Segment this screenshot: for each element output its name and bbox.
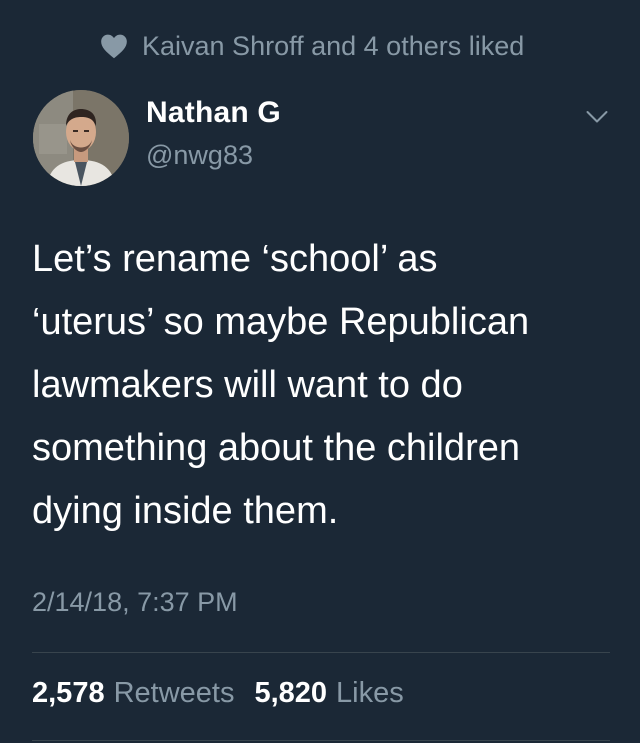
tweet-text: Let’s rename ‘school’ as ‘uterus’ so may… — [32, 228, 612, 543]
likes-stat[interactable]: 5,820 Likes — [254, 677, 403, 710]
retweets-stat[interactable]: 2,578 Retweets — [32, 677, 234, 710]
likes-label: Likes — [336, 677, 404, 709]
tweet-text-line: dying inside them. — [32, 490, 339, 532]
avatar-image — [33, 90, 129, 186]
avatar[interactable] — [33, 90, 129, 186]
likes-count: 5,820 — [254, 677, 328, 709]
tweet-text-line: Let’s rename ‘school’ as — [32, 238, 438, 280]
retweets-count: 2,578 — [32, 677, 105, 709]
tweet-stats: 2,578 Retweets 5,820 Likes — [32, 677, 404, 710]
heart-icon — [100, 33, 128, 59]
retweets-label: Retweets — [113, 677, 235, 709]
author-name[interactable]: Nathan G — [146, 96, 281, 130]
tweet-text-line: something about the children — [32, 427, 520, 469]
author-handle[interactable]: @nwg83 — [146, 140, 253, 171]
social-context[interactable]: Kaivan Shroff and 4 others liked — [100, 30, 524, 62]
tweet-text-line: lawmakers will want to do — [32, 364, 463, 406]
tweet-timestamp[interactable]: 2/14/18, 7:37 PM — [32, 587, 238, 618]
social-context-text: Kaivan Shroff and 4 others liked — [142, 30, 525, 61]
chevron-down-icon[interactable] — [586, 110, 608, 124]
divider — [32, 652, 610, 653]
tweet-text-line: ‘uterus’ so maybe Republican — [32, 301, 530, 343]
divider — [32, 740, 610, 741]
